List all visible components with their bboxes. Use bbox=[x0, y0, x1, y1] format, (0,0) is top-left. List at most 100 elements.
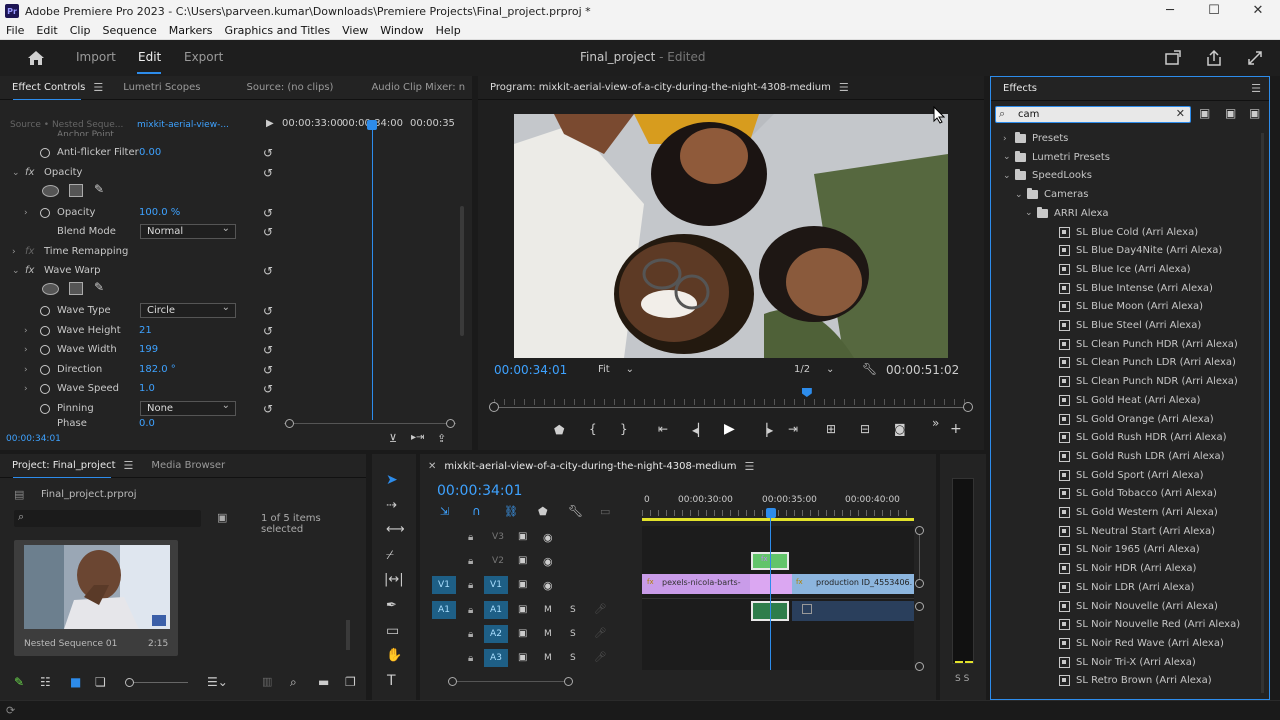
type-tool-icon[interactable]: T bbox=[387, 673, 396, 689]
solo-a2-button[interactable]: S bbox=[570, 629, 576, 639]
effects-folder-item[interactable]: ⌄ SpeedLooks bbox=[1003, 166, 1092, 185]
effects-preset-item[interactable]: SL Noir LDR (Arri Alexa) bbox=[1059, 578, 1194, 597]
lock-track-icon[interactable]: 🔒︎ bbox=[468, 653, 473, 664]
stopwatch-icon[interactable] bbox=[40, 403, 50, 414]
reset-icon[interactable]: ↺ bbox=[263, 206, 273, 220]
track-select-tool-icon[interactable]: ⇢ bbox=[386, 498, 397, 513]
vertical-zoom-bar[interactable] bbox=[915, 526, 925, 676]
solo-a3-button[interactable]: S bbox=[570, 653, 576, 663]
effects-preset-item[interactable]: SL Noir 1965 (Arri Alexa) bbox=[1059, 540, 1200, 559]
ec-scrollbar[interactable] bbox=[460, 206, 464, 336]
menu-graphics-titles[interactable]: Graphics and Titles bbox=[225, 24, 331, 37]
pen-mask-icon[interactable]: ✎ bbox=[94, 280, 104, 294]
opacity-value[interactable]: 100.0 % bbox=[139, 207, 180, 218]
stopwatch-icon[interactable] bbox=[40, 207, 50, 218]
lock-track-icon[interactable]: 🔒︎ bbox=[468, 629, 473, 640]
effects-preset-item[interactable]: SL Blue Ice (Arri Alexa) bbox=[1059, 260, 1190, 279]
razor-tool-icon[interactable]: ⌿ bbox=[386, 548, 394, 563]
collapse-arrow-icon[interactable]: ⌄ bbox=[1025, 208, 1037, 218]
mute-a3-button[interactable]: M bbox=[544, 653, 552, 663]
clip-v1-production[interactable]: fx production ID_4553406. bbox=[792, 574, 914, 594]
reset-icon[interactable]: ↺ bbox=[263, 343, 273, 357]
reset-icon[interactable]: ↺ bbox=[263, 402, 273, 416]
ellipse-mask-icon[interactable] bbox=[42, 185, 59, 197]
lock-track-icon[interactable]: 🔒︎ bbox=[468, 605, 473, 616]
timeline-playhead-handle[interactable] bbox=[766, 508, 776, 518]
sync-lock-icon[interactable]: ▣ bbox=[518, 555, 527, 566]
vzoom-handle-audio[interactable] bbox=[915, 602, 924, 611]
timeline-timecode[interactable]: 00:00:34:01 bbox=[437, 483, 522, 499]
project-item-nested-sequence[interactable]: Nested Sequence 01 2:15 bbox=[14, 540, 178, 656]
voiceover-mic-icon[interactable]: 🎤︎ bbox=[594, 604, 607, 615]
sync-lock-icon[interactable]: ▣ bbox=[518, 604, 527, 615]
program-timecode[interactable]: 00:00:34:01 bbox=[494, 363, 567, 377]
tab-export[interactable]: Export bbox=[184, 50, 223, 64]
tab-audio-clip-mixer[interactable]: Audio Clip Mixer: n bbox=[371, 82, 465, 93]
clip-a1-blue[interactable] bbox=[792, 601, 914, 621]
new-bin-from-search-icon[interactable]: ▣ bbox=[217, 511, 227, 524]
rectangle-mask-icon[interactable] bbox=[69, 184, 83, 197]
share-icon[interactable] bbox=[1205, 49, 1223, 67]
add-marker-icon[interactable]: ⬟ bbox=[554, 423, 564, 437]
vzoom-handle-top[interactable] bbox=[915, 526, 924, 535]
effects-preset-item[interactable]: SL Clean Punch HDR (Arri Alexa) bbox=[1059, 335, 1238, 354]
panel-menu-icon[interactable]: ☰ bbox=[124, 459, 134, 472]
freeform-view-icon[interactable]: ❏ bbox=[95, 675, 106, 689]
work-area-bar[interactable] bbox=[642, 518, 914, 521]
blend-mode-dropdown[interactable]: Normal bbox=[140, 222, 236, 239]
button-editor-plus-icon[interactable]: + bbox=[950, 421, 962, 437]
expand-arrow-icon[interactable]: › bbox=[24, 345, 28, 355]
effects-preset-item[interactable]: SL Retro Brown (Arri Alexa) bbox=[1059, 671, 1212, 690]
add-marker-icon[interactable]: ⬟ bbox=[538, 505, 548, 518]
ellipse-mask-icon[interactable] bbox=[42, 283, 59, 295]
panel-menu-icon[interactable]: ☰ bbox=[839, 81, 849, 94]
sync-lock-icon[interactable]: ▣ bbox=[518, 531, 527, 542]
meter-solo-labels[interactable]: S S bbox=[955, 674, 969, 684]
new-bin-icon[interactable]: ▬ bbox=[318, 675, 329, 689]
track-name-a2[interactable]: A2 bbox=[484, 625, 508, 643]
effects-search-box[interactable]: ⌕ cam ✕ bbox=[995, 106, 1191, 123]
effects-preset-item[interactable]: SL Noir HDR (Arri Alexa) bbox=[1059, 559, 1196, 578]
close-window-button[interactable]: ✕ bbox=[1236, 0, 1280, 22]
collapse-arrow-icon[interactable]: ⌄ bbox=[1003, 152, 1015, 162]
project-search-input[interactable]: ⌕ bbox=[14, 510, 201, 527]
resolution-dropdown[interactable]: 1/2 ⌄ bbox=[794, 364, 834, 375]
ec-zoom-track[interactable] bbox=[284, 423, 456, 424]
effects-preset-item[interactable]: SL Blue Moon (Arri Alexa) bbox=[1059, 297, 1203, 316]
row-time-remapping[interactable]: › fx Time Remapping bbox=[0, 242, 280, 261]
expand-arrow-icon[interactable]: › bbox=[24, 384, 28, 394]
tl-zoom-handle-left[interactable] bbox=[448, 677, 457, 686]
automate-to-sequence-icon[interactable]: ▥ bbox=[262, 675, 272, 688]
pinning-dropdown[interactable]: None bbox=[140, 399, 236, 416]
expand-arrow-icon[interactable]: › bbox=[1003, 134, 1015, 144]
menu-file[interactable]: File bbox=[6, 24, 24, 37]
menu-clip[interactable]: Clip bbox=[70, 24, 91, 37]
tab-source[interactable]: Source: (no clips) bbox=[247, 82, 334, 93]
menu-sequence[interactable]: Sequence bbox=[103, 24, 157, 37]
sync-lock-icon[interactable]: ▣ bbox=[518, 652, 527, 663]
phase-value[interactable]: 0.0 bbox=[139, 418, 155, 426]
solo-a1-button[interactable]: S bbox=[570, 605, 576, 615]
menu-edit[interactable]: Edit bbox=[36, 24, 57, 37]
go-to-in-icon[interactable]: ⇤ bbox=[658, 422, 668, 436]
ec-playhead-handle[interactable] bbox=[367, 120, 377, 130]
collapse-arrow-icon[interactable]: ⌄ bbox=[1003, 171, 1015, 181]
stopwatch-icon[interactable] bbox=[40, 305, 50, 316]
effects-preset-item[interactable]: SL Gold Heat (Arri Alexa) bbox=[1059, 391, 1200, 410]
effects-title[interactable]: Effects bbox=[1003, 83, 1037, 94]
collapse-arrow-icon[interactable]: ⌄ bbox=[12, 168, 20, 178]
sort-icons-icon[interactable]: ☰⌄ bbox=[207, 675, 228, 689]
track-name-v1[interactable]: V1 bbox=[484, 576, 508, 594]
lift-icon[interactable]: ⊞ bbox=[826, 422, 836, 436]
clip-v1-nested[interactable] bbox=[750, 574, 792, 594]
ripple-edit-tool-icon[interactable]: ⟷ bbox=[386, 522, 405, 537]
effects-preset-item[interactable]: SL Blue Intense (Arri Alexa) bbox=[1059, 279, 1213, 298]
lock-track-icon[interactable]: 🔒︎ bbox=[468, 556, 473, 567]
toggle-output-eye-icon[interactable]: ◉ bbox=[543, 531, 553, 544]
effects-preset-item[interactable]: SL Gold Orange (Arri Alexa) bbox=[1059, 410, 1214, 429]
effects-preset-item[interactable]: SL Blue Steel (Arri Alexa) bbox=[1059, 316, 1201, 335]
export-frame-camera-icon[interactable]: ◙ bbox=[894, 422, 906, 436]
effects-preset-item[interactable]: SL Clean Punch LDR (Arri Alexa) bbox=[1059, 353, 1236, 372]
effects-preset-item[interactable]: SL Blue Cold (Arri Alexa) bbox=[1059, 223, 1198, 242]
stopwatch-icon[interactable] bbox=[40, 147, 50, 158]
